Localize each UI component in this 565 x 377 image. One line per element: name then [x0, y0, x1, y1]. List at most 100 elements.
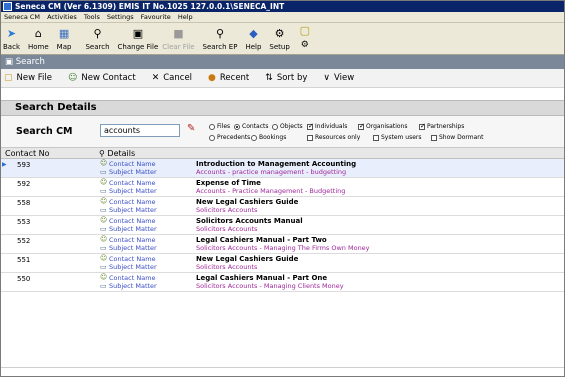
change-file-button[interactable]: ▣ Change File: [118, 27, 159, 51]
contact-no: 552: [17, 237, 31, 245]
radio-contacts[interactable]: Contacts: [234, 123, 268, 130]
subject-matter-value: Accounts - Practice Management - Budgett…: [196, 187, 346, 195]
subject-matter-value: Solicitors Accounts: [196, 225, 258, 233]
new-contact-button[interactable]: ☺ New Contact: [68, 73, 136, 83]
checkbox-organisations[interactable]: Organisations: [358, 122, 407, 130]
checkbox-system-users[interactable]: System users: [373, 134, 422, 141]
menu-tools[interactable]: Tools: [84, 13, 100, 21]
setup-icon: ⚙: [274, 27, 285, 40]
setup-button[interactable]: ⚙ Setup: [269, 27, 289, 51]
contact-icon: ☺: [100, 159, 108, 167]
view-icon: ∨: [323, 73, 330, 83]
col-contact-no[interactable]: Contact No: [5, 148, 50, 159]
contact-name-value: Legal Cashiers Manual - Part One: [196, 274, 328, 282]
subject-icon: ▭: [100, 168, 107, 176]
table-row[interactable]: 550 ☺ ▭ Contact Name Subject Matter Lega…: [1, 273, 564, 292]
cancel-button[interactable]: ✕ Cancel: [152, 73, 192, 83]
search-button[interactable]: ⚲ Search: [85, 27, 109, 51]
menu-settings[interactable]: Settings: [107, 13, 134, 21]
checkbox-individuals[interactable]: Individuals: [307, 122, 347, 130]
checkbox-partnerships-box: [419, 122, 426, 130]
subject-matter-label: Subject Matter: [109, 187, 157, 195]
contact-name-label: Contact Name: [109, 255, 156, 263]
contact-icon: ☺: [100, 273, 108, 281]
menu-favourite[interactable]: Favourite: [141, 13, 171, 21]
subject-matter-value: Solicitors Accounts: [196, 206, 258, 214]
contact-name-value: Legal Cashiers Manual - Part Two: [196, 236, 327, 244]
search-cm-input[interactable]: accounts: [100, 124, 180, 137]
search-details-header: Search Details: [1, 100, 564, 116]
action-bar: ▢ New File ☺ New Contact ✕ Cancel ● Rece…: [1, 69, 564, 88]
grid-header: Contact No ⚲ Details: [1, 148, 564, 159]
contact-icon: ☺: [100, 197, 108, 205]
home-button[interactable]: ⌂ Home: [28, 27, 49, 51]
table-row[interactable]: 552 ☺ ▭ Contact Name Subject Matter Lega…: [1, 235, 564, 254]
menu-seneca[interactable]: Seneca CM: [4, 13, 40, 21]
col-details[interactable]: ⚲ Details: [99, 148, 135, 159]
folder-icon: ▣: [132, 27, 144, 40]
subject-matter-label: Subject Matter: [109, 282, 157, 290]
checkbox-show-dormant[interactable]: Show Dormant: [431, 134, 483, 141]
subject-matter-label: Subject Matter: [109, 263, 157, 271]
contact-no: 550: [17, 275, 31, 283]
search-ep-icon: ⚲: [215, 27, 224, 40]
title-bar: Seneca CM (Ver 6.1309) EMIS IT No.1025 1…: [1, 1, 564, 12]
back-button[interactable]: ➤ Back: [3, 27, 20, 51]
subject-matter-label: Subject Matter: [109, 244, 157, 252]
clear-file-button[interactable]: ■ Clear File: [162, 27, 194, 51]
search-ep-button[interactable]: ⚲ Search EP: [203, 27, 238, 51]
subject-matter-value: Accounts - practice management - budgett…: [196, 168, 347, 176]
spacer: [1, 88, 564, 100]
radio-bookings-circle: [251, 134, 257, 141]
checkbox-partnerships[interactable]: Partnerships: [419, 122, 464, 130]
contact-name-label: Contact Name: [109, 236, 156, 244]
checkbox-individuals-box: [307, 122, 314, 130]
edit-pencil-icon[interactable]: ✎: [187, 123, 195, 134]
menu-bar: Seneca CM Activities Tools Settings Favo…: [1, 12, 564, 23]
contact-no: 553: [17, 218, 31, 226]
search-section-bar: ▣ Search: [1, 55, 564, 69]
view-button[interactable]: ∨ View: [323, 73, 354, 83]
contact-icon: ☺: [100, 235, 108, 243]
subject-matter-value: Solicitors Accounts - Managing Clients M…: [196, 282, 344, 290]
contact-name-value: Expense of Time: [196, 179, 261, 187]
extra-button[interactable]: ▢ ⚙: [298, 24, 312, 51]
new-file-button[interactable]: ▢ New File: [4, 73, 52, 83]
home-icon: ⌂: [34, 27, 42, 40]
clear-file-icon: ■: [173, 27, 184, 40]
sort-by-button[interactable]: ⇅ Sort by: [265, 73, 307, 83]
contact-icon: ☺: [100, 178, 108, 186]
radio-precedents-circle: [209, 134, 215, 141]
map-button[interactable]: ▦ Map: [57, 27, 72, 51]
table-row[interactable]: 551 ☺ ▭ Contact Name Subject Matter New …: [1, 254, 564, 273]
checkbox-resources-only[interactable]: Resources only: [307, 134, 360, 141]
contact-name-label: Contact Name: [109, 198, 156, 206]
checkbox-organisations-box: [358, 122, 365, 130]
subject-icon: ▭: [100, 244, 107, 252]
checkbox-resources-only-box: [307, 134, 313, 141]
subject-icon: ▭: [100, 187, 107, 195]
app-icon: [3, 2, 12, 11]
radio-files[interactable]: Files: [209, 123, 230, 130]
table-row[interactable]: ▶ 593 ☺ ▭ Contact Name Subject Matter In…: [1, 159, 564, 178]
recent-button[interactable]: ● Recent: [208, 73, 249, 83]
new-contact-icon: ☺: [67, 73, 78, 83]
radio-precedents[interactable]: Precedents: [209, 134, 250, 141]
contact-no: 592: [17, 180, 31, 188]
table-row[interactable]: 558 ☺ ▭ Contact Name Subject Matter New …: [1, 197, 564, 216]
window-icon: ▢: [299, 24, 310, 37]
radio-contacts-circle: [234, 123, 240, 130]
help-button[interactable]: ◆ Help: [245, 27, 261, 51]
menu-activities[interactable]: Activities: [47, 13, 77, 21]
gear-icon: ⚙: [300, 39, 309, 50]
table-row[interactable]: 592 ☺ ▭ Contact Name Subject Matter Expe…: [1, 178, 564, 197]
help-icon: ◆: [249, 27, 258, 40]
menu-help[interactable]: Help: [178, 13, 193, 21]
radio-bookings[interactable]: Bookings: [251, 134, 286, 141]
table-row[interactable]: 553 ☺ ▭ Contact Name Subject Matter Soli…: [1, 216, 564, 235]
radio-objects[interactable]: Objects: [272, 123, 303, 130]
subject-icon: ▭: [100, 282, 107, 290]
subject-matter-label: Subject Matter: [109, 206, 157, 214]
contact-name-label: Contact Name: [109, 217, 156, 225]
contact-name-value: New Legal Cashiers Guide: [196, 198, 299, 206]
